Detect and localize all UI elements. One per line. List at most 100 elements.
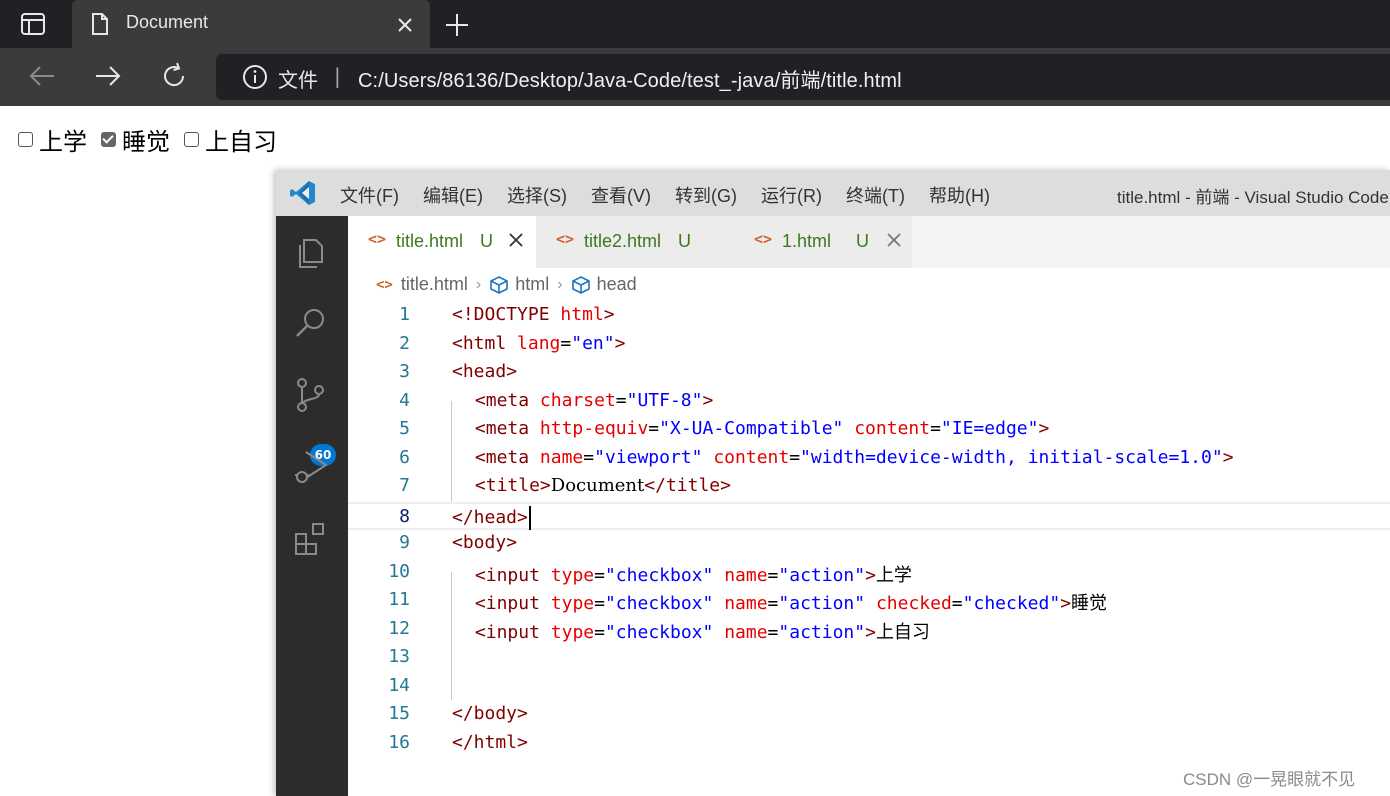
line-number: 15 (388, 703, 410, 724)
menu-item[interactable]: 终端(T) (846, 182, 905, 208)
code-text: <body> (452, 532, 518, 553)
code-line[interactable]: 13 (348, 644, 1390, 673)
browser-tab-title: Document (126, 12, 209, 32)
new-tab-icon[interactable] (444, 12, 470, 38)
checkbox[interactable] (101, 132, 116, 147)
run-debug-icon[interactable] (292, 448, 330, 486)
line-number: 4 (399, 389, 410, 411)
editor-tabs: <> title.html U <> title2.html U <> 1.html U (348, 216, 1390, 268)
html-file-icon: <> (376, 276, 393, 293)
code-text: <input type="checkbox" name="action">上自习 (474, 621, 930, 643)
menu-item[interactable]: 编辑(E) (423, 182, 483, 208)
browser-tab[interactable]: Document (72, 0, 430, 48)
git-status-badge: U (856, 231, 869, 251)
line-number: 12 (388, 617, 410, 639)
line-number: 14 (388, 674, 410, 696)
code-text: </body> (452, 703, 528, 724)
code-line[interactable]: 5 <meta http-equiv="X-UA-Compatible" con… (348, 416, 1390, 445)
close-icon[interactable] (884, 230, 904, 250)
line-number: 5 (399, 418, 410, 439)
code-line[interactable]: 6 <meta name="viewport" content="width=d… (348, 445, 1390, 474)
menu-item[interactable]: 查看(V) (591, 182, 651, 208)
search-icon[interactable] (292, 304, 330, 342)
menu-item[interactable]: 文件(F) (340, 182, 399, 208)
editor-tab[interactable]: <> title2.html U (536, 216, 734, 268)
close-icon[interactable] (506, 230, 526, 250)
vscode-logo-icon (290, 181, 315, 205)
vscode-menubar: 文件(F) 编辑(E) 选择(S) 查看(V) 转到(G) 运行(R) 终端(T) 帮助(H) (340, 182, 1014, 208)
back-arrow-icon[interactable] (26, 60, 58, 92)
code-line[interactable]: 9 <body> (348, 530, 1390, 559)
chevron-right-icon: › (557, 275, 563, 293)
editor-tab-name: 1.html (782, 231, 832, 251)
code-line[interactable]: 14 (348, 673, 1390, 702)
code-line[interactable]: 2 <html lang="en"> (348, 331, 1390, 360)
document-icon (92, 13, 108, 35)
menu-item[interactable]: 转到(G) (675, 182, 737, 208)
browser-toolbar: 文件 | C:/Users/86136/Desktop/Java-Code/te… (0, 48, 1390, 106)
editor-tab[interactable]: <> title.html U (348, 216, 536, 268)
code-line[interactable]: 12 <input type="checkbox" name="action">… (348, 616, 1390, 645)
html-file-icon: <> (556, 230, 575, 248)
line-number: 16 (388, 731, 410, 753)
breadcrumb: <> title.html › html › head (376, 274, 637, 295)
vscode-titlebar: 文件(F) 编辑(E) 选择(S) 查看(V) 转到(G) 运行(R) 终端(T) 帮助(H)… (276, 170, 1390, 216)
git-status-badge: U (678, 231, 691, 251)
address-url[interactable]: C:/Users/86136/Desktop/Java-Code/test_-j… (358, 64, 902, 93)
code-line[interactable]: 8 </head> (348, 501, 1390, 530)
watermark: CSDN @一晃眼就不见 (1183, 770, 1356, 789)
code-text: <input type="checkbox" name="action">上学 (474, 564, 912, 586)
checkbox-label: 睡觉 (122, 130, 170, 156)
line-number: 13 (388, 646, 410, 667)
extensions-icon[interactable] (292, 520, 330, 558)
code-line[interactable]: 4 <meta charset="UTF-8"> (348, 388, 1390, 417)
line-number: 1 (399, 304, 410, 325)
code-line[interactable]: 3 <head> (348, 359, 1390, 388)
code-editor[interactable]: 1 <!DOCTYPE html> 2 <html lang="en"> 3 <head>… (348, 302, 1390, 796)
text-cursor (528, 505, 531, 530)
html-file-icon: <> (368, 230, 387, 248)
explorer-icon[interactable] (292, 234, 330, 272)
code-line[interactable]: 15 </body> (348, 701, 1390, 730)
source-control-icon[interactable] (292, 376, 330, 414)
activity-bar: 60 (276, 216, 348, 796)
line-number: 9 (399, 532, 410, 553)
code-line[interactable]: 7 <title>Document</title> (348, 473, 1390, 502)
address-separator: | (334, 64, 341, 88)
browser-tab-bar: Document (0, 0, 1390, 48)
code-text: <!DOCTYPE html> (452, 304, 615, 325)
close-tab-icon[interactable] (394, 14, 416, 36)
menu-item[interactable]: 帮助(H) (929, 182, 990, 208)
address-bar[interactable]: 文件 | C:/Users/86136/Desktop/Java-Code/te… (216, 54, 1390, 100)
code-text: </head> (452, 505, 531, 530)
editor-tab[interactable]: <> 1.html U (734, 216, 912, 268)
breadcrumb-html[interactable]: html (515, 274, 549, 295)
code-text: <title>Document</title> (474, 475, 731, 496)
info-icon[interactable] (242, 64, 268, 90)
line-number: 6 (399, 446, 410, 468)
checkbox-label: 上学 (39, 130, 87, 156)
checkbox[interactable] (18, 132, 33, 147)
checkbox[interactable] (184, 132, 199, 147)
refresh-icon[interactable] (158, 60, 190, 92)
menu-item[interactable]: 选择(S) (507, 182, 567, 208)
tab-actions-icon[interactable] (20, 12, 46, 36)
vscode-window: 文件(F) 编辑(E) 选择(S) 查看(V) 转到(G) 运行(R) 终端(T) 帮助(H)… (276, 170, 1390, 796)
code-line[interactable]: 11 <input type="checkbox" name="action" … (348, 587, 1390, 616)
breadcrumb-file[interactable]: title.html (401, 274, 468, 295)
code-line[interactable]: 16 </html> (348, 730, 1390, 759)
code-line[interactable]: 1 <!DOCTYPE html> (348, 302, 1390, 331)
code-text: <meta charset="UTF-8"> (474, 389, 714, 411)
git-status-badge: U (480, 231, 493, 251)
line-number: 10 (388, 560, 410, 582)
forward-arrow-icon[interactable] (92, 60, 124, 92)
checkbox-group: 上学 睡觉 上自习 (18, 122, 291, 157)
editor-tab-name: title.html (396, 231, 464, 251)
code-line[interactable]: 10 <input type="checkbox" name="action">… (348, 559, 1390, 588)
line-number: 11 (388, 589, 410, 610)
code-text: </html> (452, 731, 528, 753)
menu-item[interactable]: 运行(R) (761, 182, 822, 208)
breadcrumb-head[interactable]: head (597, 274, 637, 295)
code-text: <input type="checkbox" name="action" che… (474, 593, 1108, 614)
chevron-right-icon: › (475, 275, 482, 293)
